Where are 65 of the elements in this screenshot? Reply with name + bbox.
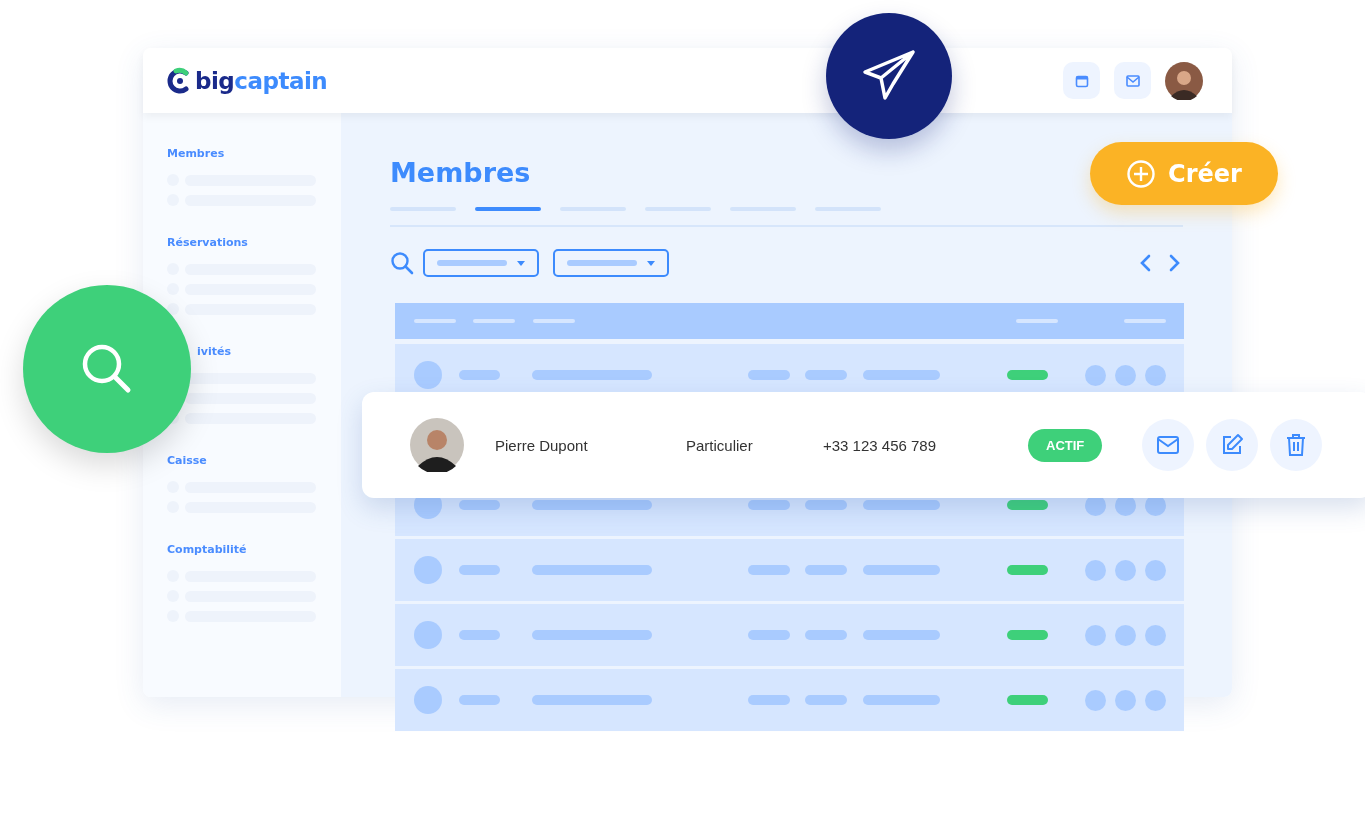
placeholder-bar — [459, 500, 500, 510]
placeholder-dot — [167, 303, 179, 315]
placeholder-dot — [414, 556, 442, 584]
placeholder-bar — [805, 695, 847, 705]
placeholder-dot — [1085, 689, 1106, 711]
placeholder-dot — [414, 686, 442, 714]
sidebar-section-label[interactable]: Membres — [167, 147, 225, 160]
member-type: Particulier — [686, 436, 754, 454]
placeholder-bar — [459, 630, 500, 640]
placeholder-bar — [459, 695, 500, 705]
sidebar-section-label[interactable]: Caisse — [167, 454, 207, 467]
logo-text: bigcaptain — [195, 67, 328, 94]
placeholder-bar — [748, 370, 790, 380]
calendar-button[interactable] — [1063, 62, 1100, 99]
placeholder-bar — [748, 695, 790, 705]
chevron-left-icon[interactable] — [1139, 254, 1151, 272]
sidebar-section-label[interactable]: Réservations — [167, 236, 248, 249]
placeholder-bar — [805, 370, 847, 380]
page-title: Membres — [390, 156, 531, 190]
placeholder-dot — [1115, 559, 1136, 581]
edit-icon — [1220, 433, 1245, 457]
user-avatar[interactable] — [1165, 61, 1203, 100]
placeholder-bar — [459, 370, 500, 380]
trash-icon — [1285, 433, 1308, 457]
placeholder-dot — [1145, 559, 1166, 581]
status-placeholder — [1007, 370, 1048, 380]
placeholder-dot — [1085, 624, 1106, 646]
placeholder-dot — [1145, 689, 1166, 711]
member-card[interactable]: Pierre Dupont Particulier +33 123 456 789 ACTIF — [362, 392, 1365, 498]
placeholder-bar — [805, 630, 847, 640]
filter-dropdown[interactable] — [553, 249, 669, 277]
placeholder-dot — [1115, 364, 1136, 386]
placeholder-bar — [805, 565, 847, 575]
status-placeholder — [1007, 500, 1048, 510]
placeholder-dot — [414, 361, 442, 389]
member-phone: +33 123 456 789 — [823, 436, 938, 454]
plus-icon — [1126, 158, 1157, 189]
filter-dropdown[interactable] — [423, 249, 539, 277]
mail-button[interactable] — [1114, 62, 1151, 99]
chevron-right-icon[interactable] — [1169, 254, 1181, 272]
member-name: Pierre Dupont — [495, 436, 589, 454]
placeholder-bar — [805, 500, 847, 510]
placeholder-dot — [1115, 689, 1136, 711]
search-icon[interactable] — [390, 251, 414, 275]
member-avatar — [410, 418, 464, 472]
status-placeholder — [1007, 695, 1048, 705]
calendar-icon — [1074, 73, 1089, 88]
status-badge: ACTIF — [1028, 428, 1103, 462]
placeholder-dot — [1145, 624, 1166, 646]
placeholder-dot — [1085, 559, 1106, 581]
sidebar-section-label[interactable]: Comptabilité — [167, 543, 247, 556]
mail-icon — [1156, 435, 1181, 455]
placeholder-dot — [1115, 624, 1136, 646]
placeholder-bar — [748, 500, 790, 510]
placeholder-dot — [1145, 364, 1166, 386]
sidebar-section-label[interactable]: ivités — [197, 345, 231, 358]
status-placeholder — [1007, 565, 1048, 575]
placeholder-dot — [414, 621, 442, 649]
placeholder-bar — [748, 565, 790, 575]
mail-icon — [1125, 74, 1140, 87]
create-button[interactable]: Créer — [1090, 142, 1278, 205]
status-placeholder — [1007, 630, 1048, 640]
placeholder-bar — [748, 630, 790, 640]
placeholder-dot — [1085, 364, 1106, 386]
placeholder-bar — [459, 565, 500, 575]
